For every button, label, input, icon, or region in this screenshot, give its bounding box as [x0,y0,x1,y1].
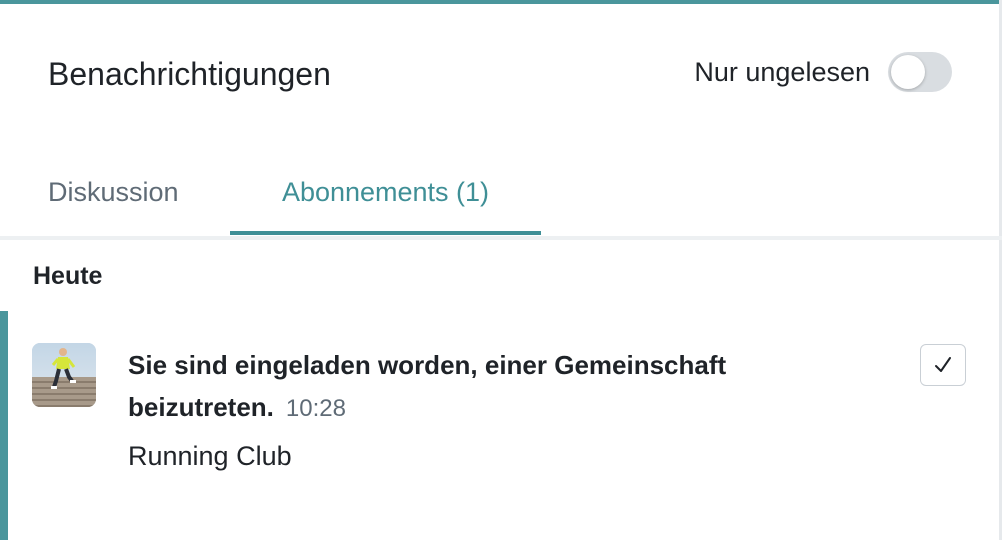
tab-abonnements[interactable]: Abonnements (1) [230,150,541,234]
notification-time: 10:28 [285,395,346,422]
notification-community-name: Running Club [128,441,292,471]
tab-bar: Diskussion Abonnements (1) [0,150,1002,240]
notification-title: Sie sind eingeladen worden, einer Gemein… [128,344,778,430]
running-club-image [32,343,96,407]
checkmark-icon [935,357,951,372]
panel-top-border [0,0,1002,4]
active-tab-indicator [230,231,541,235]
tab-diskussion[interactable]: Diskussion [48,150,183,234]
page-title: Benachrichtigungen [48,56,331,92]
unread-indicator [0,311,8,540]
unread-filter-label: Nur ungelesen [694,56,870,87]
toggle-knob [891,55,925,89]
group-heading-today: Heute [33,262,103,290]
mark-as-read-button[interactable] [920,344,966,386]
notification-title-text: Sie sind eingeladen worden, einer Gemein… [128,350,727,422]
unread-filter: Nur ungelesen [694,52,952,92]
unread-toggle[interactable] [888,52,952,92]
tabs-divider [0,236,1002,240]
notifications-panel: Benachrichtigungen Nur ungelesen Diskuss… [0,0,1002,540]
notification-item[interactable]: Sie sind eingeladen worden, einer Gemein… [0,311,1002,540]
